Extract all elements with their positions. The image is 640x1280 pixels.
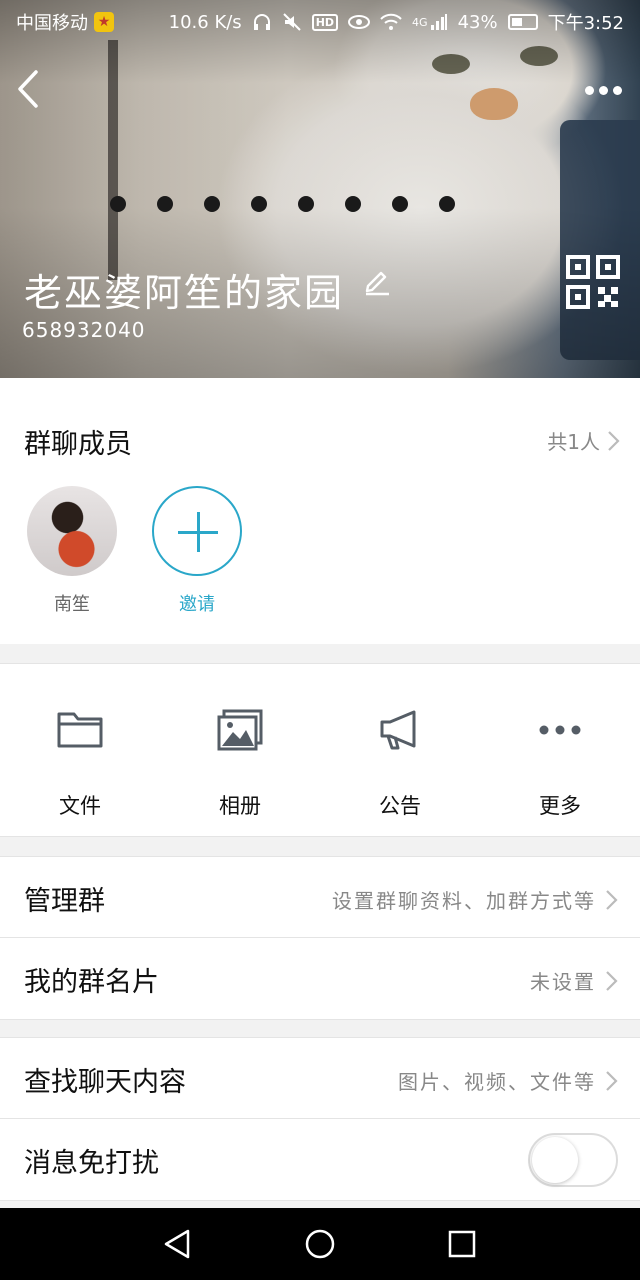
chevron-right-icon — [606, 889, 618, 910]
my-group-card-value: 未设置 — [530, 970, 596, 994]
files-label: 文件 — [59, 794, 101, 818]
members-section: 群聊成员 共1人 南笙 邀请 — [0, 378, 640, 644]
manage-group-value: 设置群聊资料、加群方式等 — [332, 889, 596, 913]
member-count: 共1人 — [547, 430, 600, 454]
megaphone-icon — [380, 710, 416, 750]
do-not-disturb-toggle[interactable] — [528, 1133, 618, 1187]
avatar[interactable] — [27, 486, 117, 576]
search-chat-label: 查找聊天内容 — [24, 1067, 186, 1098]
member-name: 南笙 — [54, 594, 90, 615]
signal-icon — [430, 14, 447, 30]
settings-group: 查找聊天内容 图片、视频、文件等 消息免打扰 — [0, 1037, 640, 1201]
my-group-card-label: 我的群名片 — [24, 967, 159, 998]
manage-group-row[interactable]: 管理群 设置群聊资料、加群方式等 — [0, 857, 640, 938]
more-dots-icon — [539, 725, 581, 735]
back-icon[interactable] — [12, 66, 52, 112]
album-label: 相册 — [219, 794, 261, 818]
clock: 下午3:52 — [547, 13, 624, 34]
chevron-right-icon — [606, 1070, 618, 1091]
album-icon — [217, 709, 263, 751]
my-group-card-row[interactable]: 我的群名片 未设置 — [0, 938, 640, 1019]
carrier-label: 中国移动 — [16, 13, 88, 34]
group-name[interactable]: 老巫婆阿笙的家园 — [24, 262, 344, 317]
announcement-button[interactable]: 公告 — [320, 664, 480, 836]
function-bar: 文件 相册 公告 更多 — [0, 663, 640, 837]
album-button[interactable]: 相册 — [160, 664, 320, 836]
battery-percent: 43% — [457, 11, 498, 33]
nav-home-icon[interactable] — [304, 1228, 336, 1260]
chevron-right-icon — [606, 970, 618, 991]
group-id: 658932040 — [22, 318, 146, 342]
member-count-link[interactable]: 共1人 — [547, 426, 620, 455]
wifi-icon — [380, 13, 402, 30]
chevron-right-icon — [608, 430, 620, 451]
cover-dots — [110, 196, 455, 212]
search-chat-value: 图片、视频、文件等 — [398, 1070, 596, 1094]
system-nav-bar — [0, 1208, 640, 1280]
vip-badge-icon: ★ — [94, 12, 114, 32]
files-button[interactable]: 文件 — [0, 664, 160, 836]
edit-icon[interactable] — [362, 266, 392, 296]
more-functions-button[interactable]: 更多 — [480, 664, 640, 836]
search-chat-row[interactable]: 查找聊天内容 图片、视频、文件等 — [0, 1038, 640, 1119]
manage-group-label: 管理群 — [24, 886, 105, 917]
invite-label: 邀请 — [179, 594, 215, 615]
battery-icon — [507, 14, 538, 30]
announcement-label: 公告 — [379, 794, 421, 818]
network-speed: 10.6 K/s — [168, 11, 242, 33]
eye-comfort-icon — [348, 15, 371, 29]
folder-icon — [57, 712, 103, 748]
nav-recents-icon[interactable] — [446, 1228, 478, 1260]
nav-back-icon[interactable] — [162, 1228, 194, 1260]
hd-icon: HD — [311, 13, 339, 31]
more-label: 更多 — [539, 794, 581, 818]
invite-button[interactable] — [152, 486, 242, 576]
qr-code-icon[interactable] — [566, 255, 620, 309]
status-bar: 中国移动 ★ 10.6 K/s HD 4G 43% 下午3:52 — [0, 0, 640, 44]
members-title: 群聊成员 — [24, 429, 132, 460]
settings-group: 管理群 设置群聊资料、加群方式等 我的群名片 未设置 — [0, 856, 640, 1020]
more-icon[interactable] — [580, 80, 626, 100]
mute-icon — [282, 13, 301, 31]
do-not-disturb-row: 消息免打扰 — [0, 1119, 640, 1200]
network-type: 4G — [412, 15, 428, 29]
headphone-icon — [253, 14, 270, 30]
do-not-disturb-label: 消息免打扰 — [24, 1148, 159, 1179]
